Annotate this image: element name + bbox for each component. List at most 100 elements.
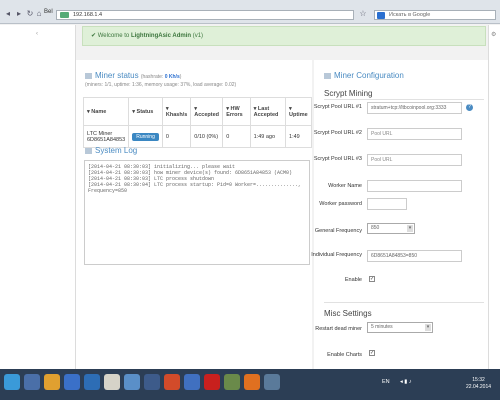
back-icon[interactable]: ◂: [3, 9, 13, 18]
enable-charts-label: Enable Charts: [327, 352, 362, 358]
system-log-box[interactable]: [2014-04-21 08:30:03] initializing... pl…: [84, 160, 310, 265]
app-icon[interactable]: [124, 374, 140, 390]
miner-config-header: Miner Configuration: [324, 71, 404, 80]
enable-charts-checkbox[interactable]: ✓: [369, 350, 375, 356]
firefox-icon[interactable]: [244, 374, 260, 390]
worker-password-label: Worker password: [319, 201, 362, 207]
address-text: 192.168.1.4: [73, 12, 103, 18]
system-log-title: System Log: [95, 146, 138, 155]
log-icon: [85, 147, 92, 154]
general-frequency-value: 850: [371, 225, 380, 231]
google-icon: [377, 12, 385, 19]
app-icon[interactable]: [164, 374, 180, 390]
col-khash[interactable]: ▾ Khash/s: [161, 97, 192, 126]
restart-dead-label: Restart dead miner: [315, 326, 362, 332]
address-bar[interactable]: 192.168.1.4: [56, 10, 354, 20]
system-log-header: System Log: [85, 146, 137, 155]
pool3-input[interactable]: Pool URL: [367, 154, 462, 166]
cell-last: 1:49 ago: [249, 125, 287, 148]
chevron-down-icon: ▾: [407, 225, 413, 232]
app-icon[interactable]: [24, 374, 40, 390]
col-accepted[interactable]: ▾ Accepted: [190, 97, 224, 126]
welcome-alert: ✔ Welcome to LightningAsic Admin (v1): [82, 26, 486, 46]
chevron-down-icon: ▾: [425, 324, 431, 331]
folder-icon[interactable]: [44, 374, 60, 390]
pool2-label: Scrypt Pool URL #2: [313, 130, 362, 136]
tray-icons[interactable]: ◂ ▮ ♪: [400, 379, 412, 385]
col-last-accepted[interactable]: ▾ Last Accepted: [249, 97, 287, 126]
status-badge: Running: [132, 132, 159, 141]
hashrate-close: ): [179, 74, 182, 80]
left-sidebar: ‹: [0, 25, 76, 369]
clock[interactable]: 15:32 22.04.2014: [466, 377, 491, 391]
search-bar[interactable]: Искать в Google: [374, 10, 496, 20]
taskbar: EN ◂ ▮ ♪ 15:32 22.04.2014: [0, 369, 500, 400]
cell-status: Running: [128, 125, 163, 148]
bookmark-label[interactable]: Bel: [44, 9, 53, 15]
app-icon[interactable]: [224, 374, 240, 390]
enable-label: Enable: [344, 277, 362, 283]
pool1-label: Scrypt Pool URL #1: [313, 104, 362, 110]
divider: [324, 302, 484, 303]
cell-name: LTC Miner 6D8651A84853: [82, 125, 130, 148]
config-icon: [324, 72, 331, 79]
general-frequency-label: General Frequency: [314, 228, 362, 234]
cell-hw: 0: [222, 125, 251, 148]
app-icon[interactable]: [64, 374, 80, 390]
browser-toolbar: ◂ ▸ ↻ ⌂ Bel 192.168.1.4 ☆ Искать в Googl…: [0, 0, 500, 24]
col-status[interactable]: ▾ Status: [128, 97, 163, 126]
general-frequency-select[interactable]: 850 ▾: [367, 223, 415, 234]
enable-checkbox[interactable]: ✓: [369, 276, 375, 282]
home-icon[interactable]: ⌂: [34, 9, 44, 18]
alert-brand: LightningAsic Admin: [130, 33, 192, 39]
miner-table: ▾ Name ▾ Status ▾ Khash/s ▾ Accepted ▾ H…: [82, 97, 312, 148]
pool2-input[interactable]: Pool URL: [367, 128, 462, 140]
hashrate-label: (hashrate:: [140, 74, 165, 80]
forward-icon[interactable]: ▸: [14, 9, 24, 18]
cell-khash: 0: [161, 125, 192, 148]
restart-dead-select[interactable]: 5 minutes ▾: [367, 322, 433, 333]
check-icon: ✔: [91, 33, 98, 39]
worker-name-input[interactable]: [367, 180, 462, 192]
clock-date: 22.04.2014: [466, 384, 492, 390]
table-row: LTC Miner 6D8651A84853 Running 0 0/10 (0…: [82, 125, 312, 148]
misc-section-title: Misc Settings: [324, 309, 372, 318]
divider: [324, 99, 484, 100]
sidebar-toggle-icon[interactable]: ‹: [36, 31, 38, 37]
individual-frequency-label: Individual Frequency: [311, 252, 362, 258]
col-uptime[interactable]: ▾ Uptime: [285, 97, 312, 126]
right-sidebar: ⚙: [488, 25, 500, 369]
individual-frequency-input[interactable]: 6D8651A84853=850: [367, 250, 462, 262]
col-hw-errors[interactable]: ▾ HW Errors: [222, 97, 251, 126]
language-indicator[interactable]: EN: [382, 379, 390, 385]
miner-config-title: Miner Configuration: [334, 71, 404, 80]
miner-summary: (miners: 1/1, uptime: 1:36, memory usage…: [85, 82, 237, 88]
star-icon[interactable]: ☆: [358, 9, 368, 18]
start-icon[interactable]: [4, 374, 20, 390]
col-name[interactable]: ▾ Name: [82, 97, 130, 126]
opera-icon[interactable]: [204, 374, 220, 390]
app-icon[interactable]: [84, 374, 100, 390]
table-header-row: ▾ Name ▾ Status ▾ Khash/s ▾ Accepted ▾ H…: [82, 97, 312, 126]
miner-status-title: Miner status: [95, 71, 139, 80]
scrypt-section-title: Scrypt Mining: [324, 89, 373, 98]
site-icon: [60, 12, 69, 18]
cell-accepted: 0/10 (0%): [190, 125, 224, 148]
restart-dead-value: 5 minutes: [371, 324, 393, 330]
app-icon[interactable]: [144, 374, 160, 390]
alert-suffix: (v1): [191, 33, 204, 39]
worker-name-label: Worker Name: [328, 183, 362, 189]
pool1-input[interactable]: stratum+tcp://ltbcoinpool.org:3333: [367, 102, 462, 114]
app-icon[interactable]: [264, 374, 280, 390]
miner-status-header: Miner status (hashrate: 0 Kh/s): [85, 71, 181, 80]
gear-icon[interactable]: ⚙: [491, 31, 496, 38]
app-icon[interactable]: [104, 374, 120, 390]
hashrate-value: 0 Kh/s: [164, 74, 180, 80]
pool3-label: Scrypt Pool URL #3: [313, 156, 362, 162]
chart-icon: [85, 72, 92, 79]
clock-time: 15:32: [472, 377, 485, 383]
help-icon[interactable]: ?: [466, 104, 473, 111]
app-icon[interactable]: [184, 374, 200, 390]
search-placeholder: Искать в Google: [389, 12, 431, 18]
worker-password-input[interactable]: [367, 198, 407, 210]
